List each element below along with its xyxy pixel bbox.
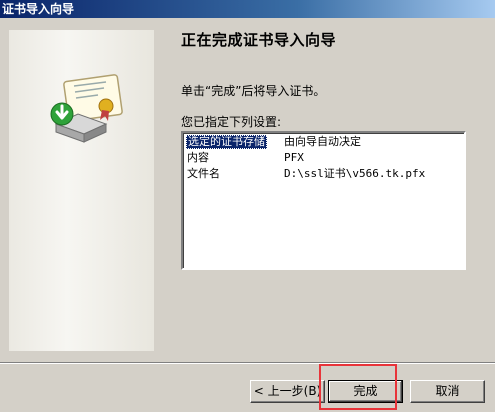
wizard-side-panel — [9, 30, 154, 351]
settings-value: PFX — [284, 151, 304, 164]
settings-key: 内容 — [187, 151, 209, 164]
window-title: 证书导入向导 — [0, 0, 495, 18]
settings-list[interactable]: 选定的证书存储 由向导自动决定 内容 PFX 文件名 D:\ssl证书\v566… — [181, 131, 466, 270]
finish-button[interactable]: 完成 — [328, 380, 403, 403]
certificate-install-icon — [50, 74, 123, 143]
cancel-button[interactable]: 取消 — [410, 380, 485, 403]
back-button[interactable]: < 上一步(B) — [250, 380, 325, 403]
settings-value: 由向导自动决定 — [284, 135, 361, 148]
page-title: 正在完成证书导入向导 — [181, 31, 337, 49]
settings-value: D:\ssl证书\v566.tk.pfx — [284, 167, 426, 180]
separator — [0, 362, 495, 364]
instruction-text: 单击“完成”后将导入证书。 — [181, 84, 326, 98]
settings-key: 文件名 — [187, 167, 220, 180]
settings-label: 您已指定下列设置: — [181, 115, 282, 129]
settings-key: 选定的证书存储 — [186, 135, 267, 149]
